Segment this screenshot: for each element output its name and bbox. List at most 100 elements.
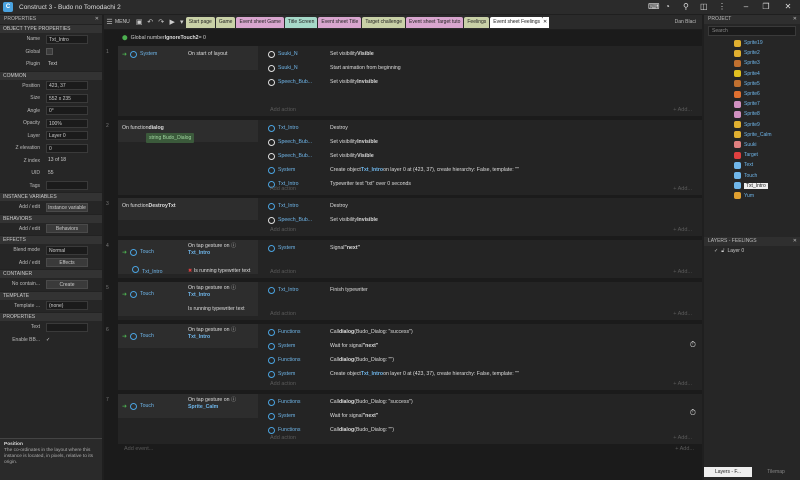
name-field[interactable]: Txt_Intro bbox=[46, 34, 88, 44]
event-block[interactable]: ➜ Touch On tap gesture on ⓘ Sprite_Calm Func… bbox=[118, 394, 702, 444]
user-name[interactable]: Dan Blaci bbox=[675, 19, 696, 25]
position-field[interactable]: 423, 37 bbox=[46, 81, 88, 91]
action-row[interactable]: Functions Call dialog (Budo_Dialog: "succ… bbox=[268, 326, 413, 338]
project-item[interactable]: Sprite3 bbox=[704, 58, 800, 68]
tab-0[interactable]: Start page bbox=[185, 16, 215, 28]
project-item[interactable]: Suuki bbox=[704, 140, 800, 150]
close-button[interactable]: ✕ bbox=[778, 1, 798, 13]
unlock-icon[interactable]: 🔓︎ bbox=[721, 248, 724, 254]
add-more-link[interactable]: + Add... bbox=[673, 381, 692, 387]
action-row[interactable]: Suuki_N Start animation from beginning bbox=[268, 62, 401, 74]
tab-6[interactable]: Event sheet Target tuto bbox=[406, 16, 464, 28]
condition-row[interactable]: ➜ Touch bbox=[122, 400, 154, 412]
create-container-button[interactable]: Create bbox=[46, 279, 88, 289]
action-row[interactable]: System Wait for signal "next" bbox=[268, 340, 378, 352]
tab-4[interactable]: Event sheet Title bbox=[318, 16, 362, 28]
action-row[interactable]: Functions Call dialog (Budo_Dialog: "succ… bbox=[268, 396, 413, 408]
add-more-link[interactable]: + Add... bbox=[673, 435, 692, 441]
section-container[interactable]: CONTAINER bbox=[0, 269, 102, 278]
section-object-type[interactable]: OBJECT TYPE PROPERTIES bbox=[0, 24, 102, 33]
play-icon[interactable]: ▶ bbox=[167, 18, 178, 26]
save-icon[interactable]: ▣ bbox=[134, 18, 145, 26]
section-effects[interactable]: EFFECTS bbox=[0, 235, 102, 244]
add-action-link[interactable]: Add action bbox=[270, 269, 296, 275]
tab-7[interactable]: Feelings bbox=[464, 16, 490, 28]
project-item[interactable]: Sprite5 bbox=[704, 79, 800, 89]
function-condition[interactable]: On function DestroyTxt bbox=[122, 200, 176, 212]
add-event-link[interactable]: Add event... bbox=[124, 446, 153, 452]
effects-button[interactable]: Effects bbox=[46, 258, 88, 268]
add-more-link[interactable]: + Add... bbox=[673, 186, 692, 192]
blend-mode-select[interactable]: Normal bbox=[46, 245, 88, 255]
minimize-button[interactable]: – bbox=[736, 1, 756, 13]
add-more-link[interactable]: + Add... bbox=[673, 269, 692, 275]
condition-row[interactable]: ➜ System bbox=[122, 48, 157, 60]
layer-row[interactable]: ✓ 🔓︎ Layer 0 bbox=[704, 246, 800, 256]
event-block[interactable]: ➜ Touch On tap gesture on ⓘ Txt_Intro Txt_In… bbox=[118, 240, 702, 278]
project-item[interactable]: Sprite4 bbox=[704, 69, 800, 79]
event-block[interactable]: ➜ Touch On tap gesture on ⓘ Txt_Intro Functi… bbox=[118, 324, 702, 390]
tags-field[interactable] bbox=[46, 181, 88, 191]
action-row[interactable]: Speech_Bub... Set visibility Invisible bbox=[268, 136, 378, 148]
action-row[interactable]: System Create object Txt_Intro on layer 0… bbox=[268, 164, 519, 176]
add-action-link[interactable]: Add action bbox=[270, 311, 296, 317]
close-icon[interactable]: ✕ bbox=[793, 237, 797, 246]
add-action-link[interactable]: Add action bbox=[270, 107, 296, 113]
bell-icon[interactable]: ◔ bbox=[665, 2, 670, 11]
tab-3[interactable]: Title Screen bbox=[284, 16, 318, 28]
template-select[interactable]: (none) bbox=[46, 301, 88, 311]
project-item[interactable]: Sprite2 bbox=[704, 48, 800, 58]
action-row[interactable]: Txt_Intro Destroy bbox=[268, 122, 348, 134]
section-properties[interactable]: PROPERTIES bbox=[0, 312, 102, 321]
add-action-link[interactable]: Add action bbox=[270, 435, 296, 441]
close-icon[interactable]: ✕ bbox=[793, 15, 797, 24]
section-template[interactable]: TEMPLATE bbox=[0, 290, 102, 300]
condition-row[interactable]: ➜ Touch bbox=[122, 288, 154, 300]
search-icon[interactable]: ⚲ bbox=[683, 2, 689, 11]
play-dropdown-icon[interactable]: ▾ bbox=[178, 18, 186, 26]
angle-field[interactable]: 0° bbox=[46, 106, 88, 116]
project-item[interactable]: Yum bbox=[704, 191, 800, 201]
project-item[interactable]: Sprite9 bbox=[704, 120, 800, 130]
project-item[interactable]: Sprite6 bbox=[704, 89, 800, 99]
action-row[interactable]: System Signal "next" bbox=[268, 242, 360, 254]
redo-icon[interactable]: ↷ bbox=[156, 18, 167, 26]
condition-row[interactable]: ➜ Touch bbox=[122, 246, 154, 258]
project-item[interactable]: Target bbox=[704, 150, 800, 160]
function-parameter[interactable]: string Budo_Dialog bbox=[146, 133, 195, 143]
add-more-link[interactable]: + Add... bbox=[673, 107, 692, 113]
close-icon[interactable]: ✕ bbox=[95, 15, 99, 24]
event-block[interactable]: ➜ System On start of layout Suuki_N Set visi… bbox=[118, 46, 702, 116]
project-search-input[interactable]: Search bbox=[708, 26, 796, 36]
section-behaviors[interactable]: BEHAVIORS bbox=[0, 213, 102, 223]
instance-variable-button[interactable]: Instance variable bbox=[46, 202, 88, 212]
project-item[interactable]: Touch bbox=[704, 170, 800, 180]
action-row[interactable]: Functions Call dialog (Budo_Dialog: "") bbox=[268, 354, 394, 366]
undo-icon[interactable]: ↶ bbox=[145, 18, 156, 26]
project-item[interactable]: Sprite_Calm bbox=[704, 130, 800, 140]
tab-5[interactable]: Target challenge bbox=[362, 16, 406, 28]
project-item[interactable]: Sprite19 bbox=[704, 38, 800, 48]
text-field[interactable] bbox=[46, 322, 88, 332]
condition-row-2[interactable]: Txt_Intro bbox=[122, 266, 162, 275]
section-common[interactable]: COMMON bbox=[0, 70, 102, 80]
project-item[interactable]: Sprite8 bbox=[704, 109, 800, 119]
event-sheet[interactable]: ⬤ Global number IgnoreTouch2 = 0 ➜ System On… bbox=[104, 30, 702, 480]
event-block[interactable]: On function dialog string Budo_Dialog Txt_… bbox=[118, 120, 702, 195]
event-block[interactable]: ➜ Touch On tap gesture on ⓘ Txt_Intro Is run… bbox=[118, 282, 702, 320]
bbcode-check-icon[interactable]: ✓ bbox=[46, 337, 50, 343]
menu-button[interactable]: MENU bbox=[115, 19, 130, 25]
tab-tilemap[interactable]: Tilemap bbox=[752, 467, 800, 477]
project-item[interactable]: Txt_Intro bbox=[704, 181, 800, 191]
tab-8[interactable]: Event sheet Feelings bbox=[490, 16, 543, 28]
layer-select[interactable]: Layer 0 bbox=[46, 131, 88, 141]
action-row[interactable]: Txt_Intro Finish typewriter bbox=[268, 284, 368, 296]
add-action-link[interactable]: Add action bbox=[270, 186, 296, 192]
action-row[interactable]: Speech_Bub... Set visibility Invisible bbox=[268, 76, 378, 88]
visible-check-icon[interactable]: ✓ bbox=[714, 248, 718, 254]
project-item[interactable]: Sprite7 bbox=[704, 99, 800, 109]
gamepad-icon[interactable]: ⌨ bbox=[648, 2, 660, 11]
action-row[interactable]: System Create object Txt_Intro on layer 0… bbox=[268, 368, 519, 380]
action-row[interactable]: System Wait for signal "next" bbox=[268, 410, 378, 422]
zelevation-field[interactable]: 0 bbox=[46, 143, 88, 153]
